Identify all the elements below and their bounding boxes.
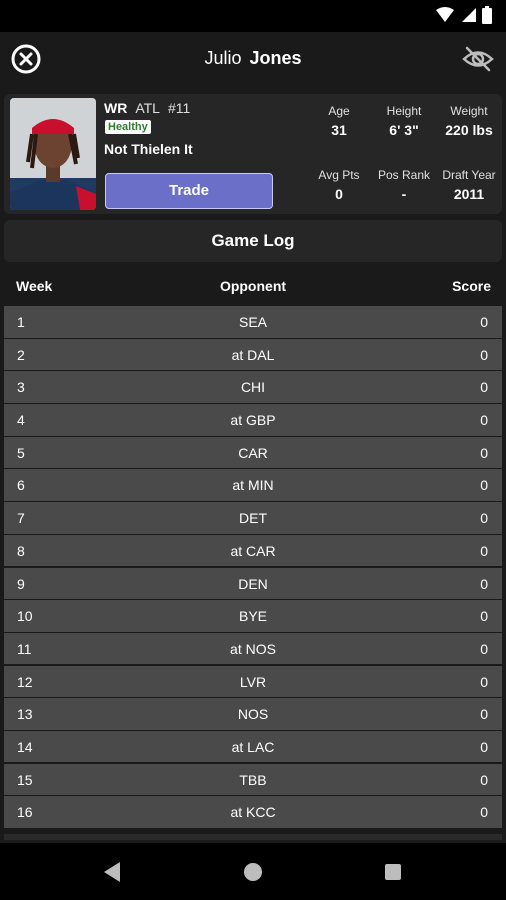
player-team: ATL xyxy=(135,100,160,116)
stat-value: - xyxy=(401,186,407,202)
table-row[interactable]: 3 CHI 0 xyxy=(4,371,502,403)
opponent-cell: DET xyxy=(239,510,267,527)
score-cell: 0 xyxy=(480,738,488,755)
battery-icon xyxy=(482,6,492,24)
table-row[interactable]: 8 at CAR 0 xyxy=(4,534,502,567)
stat-value: 2011 xyxy=(453,186,485,202)
player-number: #11 xyxy=(167,100,191,116)
opponent-cell: at GBP xyxy=(230,412,276,429)
stat-value: 220 lbs xyxy=(445,122,493,138)
recents-square-icon xyxy=(385,864,401,880)
score-cell: 0 xyxy=(480,346,488,363)
table-row[interactable]: 1 SEA 0 xyxy=(4,306,502,338)
opponent-cell: CAR xyxy=(238,444,268,461)
opponent-cell: at KCC xyxy=(230,804,276,821)
stat-draft-year: Draft Year 2011 xyxy=(434,168,504,202)
opponent-cell: CHI xyxy=(240,379,266,396)
table-row[interactable]: 4 at GBP 0 xyxy=(4,404,502,436)
column-header-opponent: Opponent xyxy=(219,278,287,294)
wifi-icon xyxy=(436,7,454,22)
list-bottom-edge xyxy=(4,834,502,840)
player-last-name: Jones xyxy=(249,48,302,68)
opponent-cell: at CAR xyxy=(230,542,276,559)
table-row[interactable]: 6 at MIN 0 xyxy=(4,469,502,501)
score-cell: 0 xyxy=(480,804,488,821)
table-row[interactable]: 7 DET 0 xyxy=(4,502,502,534)
table-row[interactable]: 13 NOS 0 xyxy=(4,698,502,730)
trade-button[interactable]: Trade xyxy=(105,173,273,209)
opponent-cell: at MIN xyxy=(232,477,274,494)
score-cell: 0 xyxy=(480,673,488,690)
opponent-cell: NOS xyxy=(237,706,269,723)
back-button[interactable] xyxy=(100,859,126,885)
opponent-cell: at LAC xyxy=(231,738,275,755)
opponent-cell: SEA xyxy=(238,314,267,330)
game-log-title: Game Log xyxy=(4,220,502,262)
table-header: Week Opponent Score xyxy=(4,266,502,304)
fantasy-team-owner: Not Thielen It xyxy=(104,141,193,157)
back-triangle-icon xyxy=(104,862,120,882)
table-row[interactable]: 15 TBB 0 xyxy=(4,763,502,796)
system-nav-bar xyxy=(0,843,506,900)
signal-icon xyxy=(462,8,476,22)
opponent-cell: at NOS xyxy=(230,640,276,657)
score-cell: 0 xyxy=(480,510,488,527)
stat-label: Draft Year xyxy=(442,168,496,182)
recents-button[interactable] xyxy=(380,859,406,885)
stat-label: Pos Rank xyxy=(377,168,431,182)
hide-player-button[interactable] xyxy=(462,44,494,74)
app-header: Julio Jones xyxy=(0,32,506,90)
stat-value: 31 xyxy=(331,122,347,138)
score-cell: 0 xyxy=(480,575,488,592)
stat-value: 6' 3" xyxy=(389,122,419,138)
eye-off-icon xyxy=(462,46,494,72)
stat-label: Height xyxy=(386,104,422,118)
status-icons xyxy=(436,6,492,24)
score-cell: 0 xyxy=(480,379,488,396)
stat-pos-rank: Pos Rank - xyxy=(369,168,439,202)
score-cell: 0 xyxy=(480,412,488,429)
opponent-cell: BYE xyxy=(238,608,267,625)
score-cell: 0 xyxy=(480,608,488,625)
opponent-cell: at DAL xyxy=(231,346,275,363)
score-cell: 0 xyxy=(480,640,488,657)
stat-age: Age 31 xyxy=(304,104,374,138)
score-cell: 0 xyxy=(480,542,488,559)
stat-height: Height 6' 3" xyxy=(369,104,439,138)
column-header-score: Score xyxy=(452,278,491,294)
opponent-cell: LVR xyxy=(239,673,267,690)
table-row[interactable]: 2 at DAL 0 xyxy=(4,338,502,371)
status-badge: Healthy xyxy=(105,120,151,134)
game-log-table: 1 SEA 0 2 at DAL 0 3 CHI 0 4 at GBP 0 5 CAR 0 6 at MIN 0 7… xyxy=(4,306,502,829)
opponent-cell: DEN xyxy=(238,575,268,592)
stat-label: Weight xyxy=(450,104,488,118)
score-cell: 0 xyxy=(480,706,488,723)
table-row[interactable]: 12 LVR 0 xyxy=(4,665,502,698)
home-circle-icon xyxy=(244,863,262,881)
table-row[interactable]: 10 BYE 0 xyxy=(4,600,502,632)
table-row[interactable]: 11 at NOS 0 xyxy=(4,632,502,665)
score-cell: 0 xyxy=(480,477,488,494)
player-position-line: WR ATL #11 xyxy=(104,100,190,116)
score-cell: 0 xyxy=(480,444,488,461)
score-cell: 0 xyxy=(480,771,488,788)
player-photo xyxy=(10,98,96,210)
stat-label: Avg Pts xyxy=(318,168,360,182)
player-card: WR ATL #11 Healthy Not Thielen It Trade Ag… xyxy=(4,94,502,214)
table-row[interactable]: 14 at LAC 0 xyxy=(4,730,502,763)
opponent-cell: TBB xyxy=(239,771,267,788)
table-row[interactable]: 5 CAR 0 xyxy=(4,436,502,469)
stat-weight: Weight 220 lbs xyxy=(434,104,504,138)
stat-value: 0 xyxy=(335,186,343,202)
score-cell: 0 xyxy=(480,314,488,330)
stat-label: Age xyxy=(328,104,350,118)
table-row[interactable]: 9 DEN 0 xyxy=(4,567,502,599)
stat-avg-pts: Avg Pts 0 xyxy=(304,168,374,202)
player-position: WR xyxy=(104,100,128,116)
table-row[interactable]: 16 at KCC 0 xyxy=(4,796,502,828)
player-first-name: Julio xyxy=(204,48,242,68)
status-bar xyxy=(0,0,506,32)
home-button[interactable] xyxy=(240,859,266,885)
page-title: Julio Jones xyxy=(0,48,506,69)
